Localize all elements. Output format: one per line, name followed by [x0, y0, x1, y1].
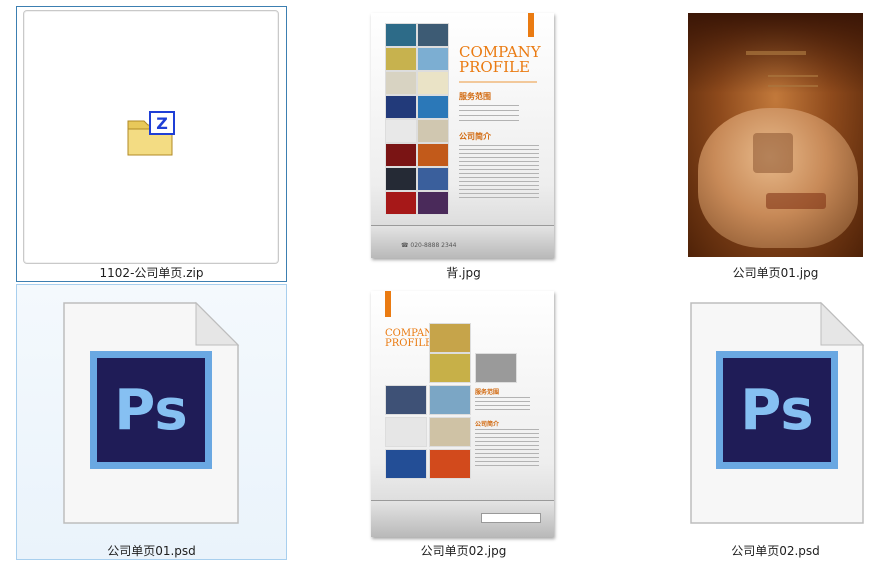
ps-icon-text: Ps: [723, 358, 831, 462]
brochure-title-line2: PROFILE: [459, 58, 530, 76]
photoshop-file-icon: Ps: [90, 351, 212, 469]
ps-icon-text: Ps: [97, 358, 205, 462]
photoshop-file-icon: Ps: [716, 351, 838, 469]
brochure-thumbnail: COMPANY PROFILE 服务范围 公司简介 ☎ 020-8888 234…: [371, 13, 554, 258]
file-tile-bg-jpg[interactable]: COMPANY PROFILE 服务范围 公司简介 ☎ 020-8888 234…: [328, 6, 599, 282]
file-name-label: 公司单页02.jpg: [420, 544, 507, 558]
brochure-section-services: 服务范围: [475, 389, 500, 396]
brochure-section-about: 公司简介: [459, 132, 491, 141]
orange-accent-bar: [528, 13, 534, 37]
brochure-title-line2: PROFILE: [385, 338, 433, 349]
svg-text:Z: Z: [156, 114, 168, 133]
file-tile-page02-psd[interactable]: Ps 公司单页02.psd: [640, 284, 882, 560]
file-name-label: 公司单页01.psd: [107, 544, 196, 558]
zip-archive-icon: Z: [127, 111, 175, 156]
file-name-label: 公司单页01.jpg: [732, 266, 819, 280]
file-name-label: 公司单页02.psd: [731, 544, 820, 558]
brochure-phone: ☎ 020-8888 2344: [401, 242, 457, 249]
file-name-label: 背.jpg: [446, 266, 481, 280]
rock-poster-thumbnail: [688, 13, 863, 257]
rock-shape: [698, 108, 858, 248]
file-tile-page02-jpg[interactable]: COMPANY PROFILE 服务范围 公司简介 公司单页02.jpg: [328, 284, 599, 560]
file-name-label: 1102-公司单页.zip: [99, 266, 204, 280]
brochure-thumbnail: COMPANY PROFILE 服务范围 公司简介: [371, 291, 554, 537]
brochure-section-services: 服务范围: [459, 92, 491, 101]
orange-accent-bar: [385, 291, 391, 317]
file-tile-page01-psd[interactable]: Ps 公司单页01.psd: [16, 284, 287, 560]
file-tile-zip[interactable]: Z 1102-公司单页.zip: [16, 6, 287, 282]
file-tile-page01-jpg[interactable]: 公司单页01.jpg: [640, 6, 882, 282]
brochure-section-about: 公司简介: [475, 421, 500, 428]
